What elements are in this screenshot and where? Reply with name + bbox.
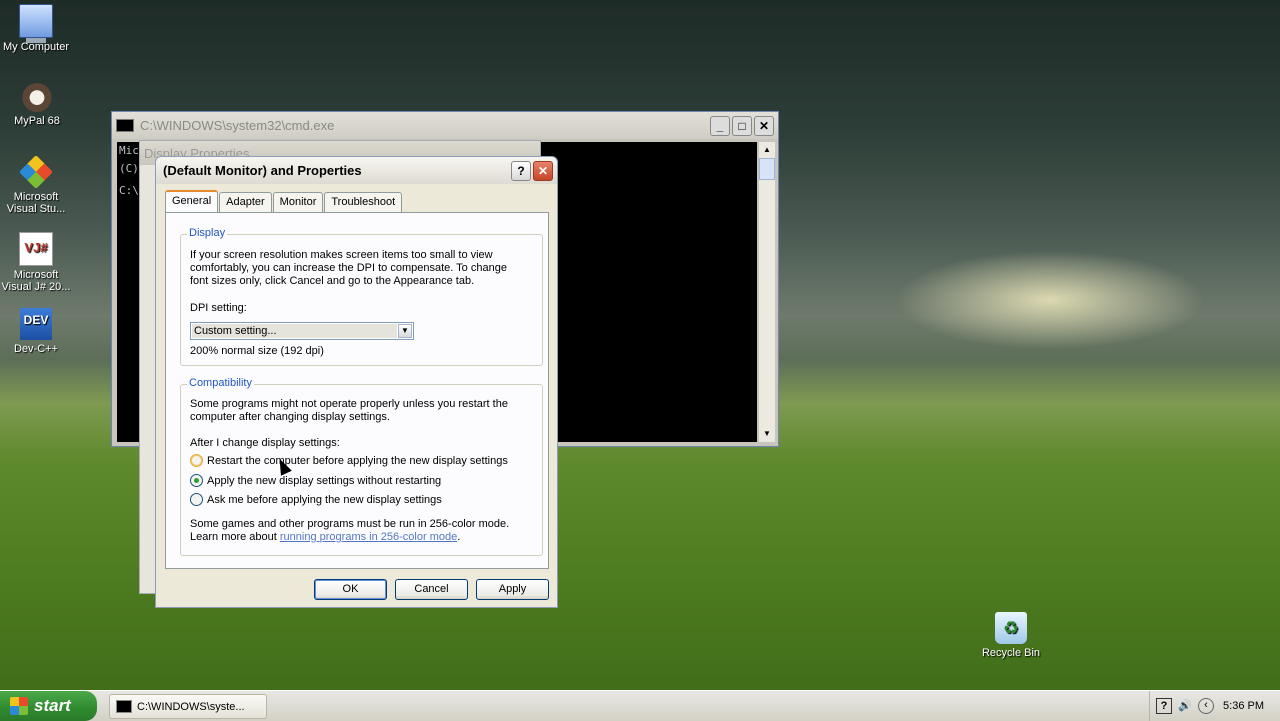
minimize-icon[interactable]: _ [710,115,730,136]
volume-icon[interactable]: 🔊 [1178,699,1192,713]
devcpp-icon: DEV [20,308,52,340]
tab-monitor[interactable]: Monitor [272,192,324,212]
display-group-legend: Display [187,227,228,239]
dpi-info-text: 200% normal size (192 dpi) [190,345,324,357]
dialog-titlebar[interactable]: (Default Monitor) and Properties ? ✕ [156,157,557,184]
radio-apply-label: Apply the new display settings without r… [207,474,442,487]
start-button[interactable]: start [0,691,97,721]
display-group: Display If your screen resolution makes … [180,227,543,366]
taskbar-item-cmd[interactable]: C:\WINDOWS\syste... [109,694,267,719]
general-tab-panel: Display If your screen resolution makes … [165,212,549,569]
chevron-down-icon[interactable]: ▼ [398,324,412,338]
dpi-setting-value: Custom setting... [192,324,397,338]
radio-button[interactable] [190,454,203,467]
cmd-app-icon [116,700,132,713]
tab-strip: General Adapter Monitor Troubleshoot [165,190,403,212]
radio-apply-without-restart[interactable]: Apply the new display settings without r… [190,474,441,487]
help-icon[interactable]: ? [1156,698,1172,714]
taskbar-item-label: C:\WINDOWS\syste... [137,700,245,713]
radio-restart-label: Restart the computer before applying the… [207,454,508,467]
radio-ask-label: Ask me before applying the new display s… [207,493,442,506]
tab-general[interactable]: General [165,190,219,212]
desktop-icon-devcpp[interactable]: DEV Dev-C++ [0,308,74,355]
radio-restart[interactable]: Restart the computer before applying the… [190,454,508,467]
cmd-scrollbar[interactable]: ▲ ▼ [759,142,775,442]
apply-button[interactable]: Apply [476,579,549,600]
system-tray: ? 🔊 ‹ 5:36 PM [1149,691,1280,721]
desktop-icon-label: Dev-C++ [13,343,59,355]
learn-more-prefix: Learn more about [190,531,280,543]
scroll-down-icon[interactable]: ▼ [759,426,775,442]
desktop-icon-label: Microsoft Visual Stu... [6,191,66,215]
close-icon[interactable]: ✕ [754,115,774,136]
cmd-titlebar[interactable]: C:\WINDOWS\system32\cmd.exe _ □ ✕ [112,112,778,139]
compatibility-description: Some programs might not operate properly… [190,398,508,423]
desktop-icon-label: Recycle Bin [981,647,1041,659]
desktop-icon-label: Microsoft Visual J# 20... [1,269,71,293]
close-icon[interactable]: ✕ [533,160,553,181]
scroll-thumb[interactable] [759,158,775,180]
tab-troubleshoot[interactable]: Troubleshoot [324,192,403,212]
tab-adapter[interactable]: Adapter [219,192,272,212]
learn-more-suffix: . [457,531,461,543]
windows-flag-icon [10,697,28,715]
dialog-title: (Default Monitor) and Properties [163,163,362,178]
after-change-label: After I change display settings: [190,437,340,449]
dpi-setting-dropdown[interactable]: Custom setting... ▼ [190,322,414,340]
visual-studio-icon [19,155,53,189]
display-description: If your screen resolution makes screen i… [190,249,507,287]
clock: 5:36 PM [1223,700,1264,712]
mypal-icon [21,80,53,112]
desktop-icon-mypal[interactable]: MyPal 68 [0,80,75,127]
radio-button[interactable] [190,493,203,506]
visual-jsharp-icon: VJ# [19,232,53,266]
desktop-icon-recycle-bin[interactable]: ♻ Recycle Bin [973,612,1049,659]
radio-ask-me[interactable]: Ask me before applying the new display s… [190,493,442,506]
cmd-app-icon [116,119,134,132]
recycle-bin-icon: ♻ [995,612,1027,644]
compatibility-group: Compatibility Some programs might not op… [180,377,543,556]
help-icon[interactable]: ? [511,160,531,181]
learn-more-link[interactable]: running programs in 256-color mode [280,531,457,543]
start-label: start [34,696,71,715]
scroll-up-icon[interactable]: ▲ [759,142,775,158]
cancel-button[interactable]: Cancel [395,579,468,600]
cmd-window-title: C:\WINDOWS\system32\cmd.exe [140,118,335,133]
ok-button[interactable]: OK [314,579,387,600]
desktop-icon-my-computer[interactable]: My Computer [0,4,74,53]
radio-button[interactable] [190,474,203,487]
color-mode-text: Some games and other programs must be ru… [190,518,510,530]
compatibility-group-legend: Compatibility [187,377,254,389]
desktop-icon-visual-studio[interactable]: Microsoft Visual Stu... [0,155,74,215]
chevron-left-icon[interactable]: ‹ [1198,698,1214,714]
computer-icon [19,4,53,43]
monitor-properties-dialog[interactable]: (Default Monitor) and Properties ? ✕ Gen… [155,156,558,608]
maximize-icon[interactable]: □ [732,115,752,136]
learn-more-line: Learn more about running programs in 256… [190,531,460,544]
dpi-setting-label: DPI setting: [190,302,247,314]
taskbar: start C:\WINDOWS\syste... ? 🔊 ‹ 5:36 PM [0,690,1280,721]
desktop-icon-visual-jsharp[interactable]: VJ# Microsoft Visual J# 20... [0,232,74,293]
desktop-icon-label: MyPal 68 [14,115,60,127]
